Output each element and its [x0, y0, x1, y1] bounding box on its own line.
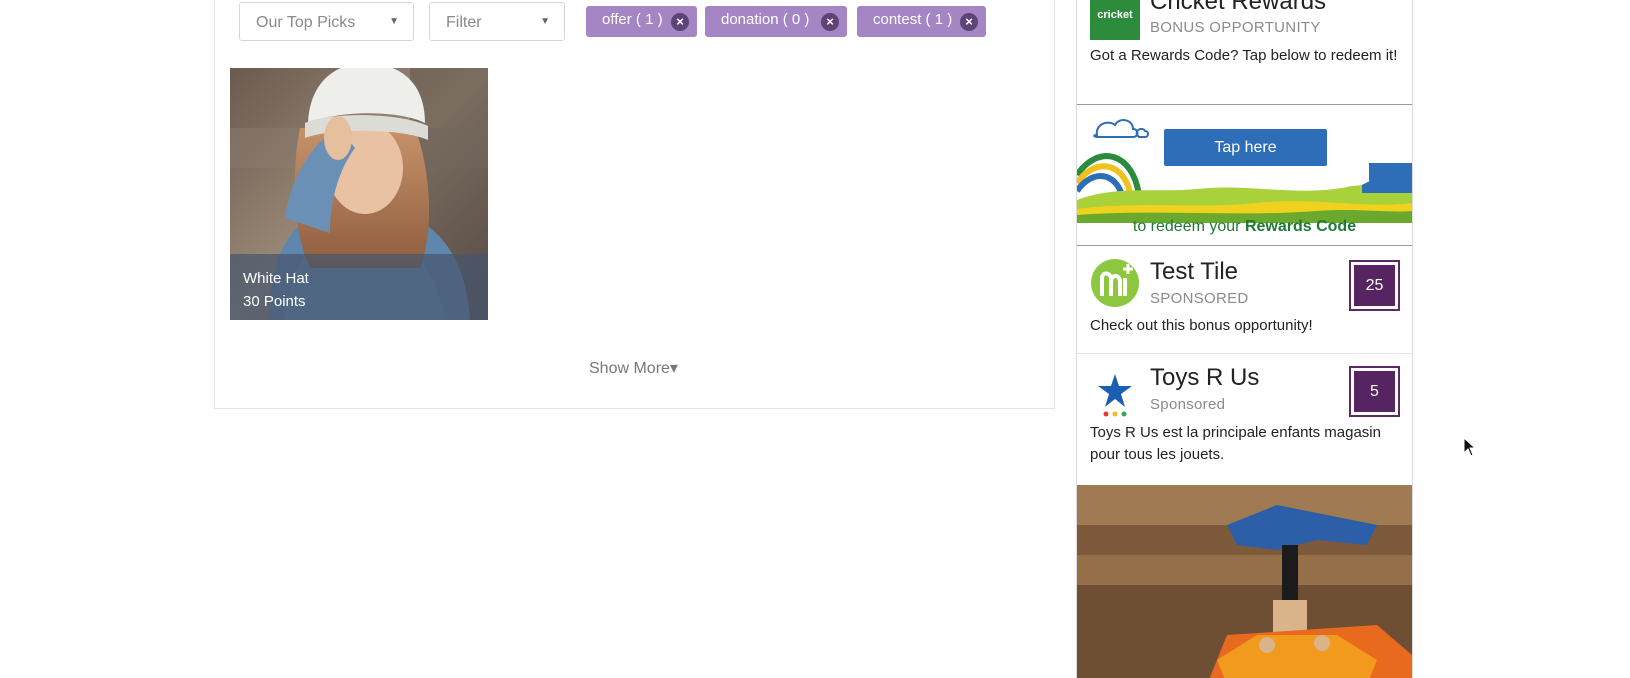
reward-name: White Hat: [243, 270, 309, 287]
sort-dropdown-value: Our Top Picks: [256, 14, 356, 31]
card-subtitle: SPONSORED: [1150, 290, 1249, 307]
filter-dropdown[interactable]: Filter ▼: [429, 2, 565, 41]
cricket-logo: cricket: [1090, 0, 1140, 40]
mi-logo: [1091, 259, 1139, 307]
card-subtitle: Sponsored: [1150, 396, 1226, 413]
card-title: Test Tile: [1150, 258, 1239, 285]
remove-chip-icon[interactable]: ×: [960, 13, 978, 31]
sort-dropdown[interactable]: Our Top Picks ▼: [239, 2, 414, 41]
mouse-cursor-icon: [1463, 437, 1477, 457]
filter-chip-contest: contest ( 1 ) ×: [857, 6, 986, 37]
toys-r-us-logo: [1098, 374, 1132, 417]
points-value: 25: [1354, 265, 1395, 306]
remove-chip-icon[interactable]: ×: [821, 13, 839, 31]
filter-chip-donation: donation ( 0 ) ×: [705, 6, 847, 37]
sidebar: cricket Cricket Rewards BONUS OPPORTUNIT…: [1076, 0, 1413, 678]
redeem-caption: to redeem your Rewards Code: [1077, 218, 1412, 236]
reward-tile[interactable]: White Hat 30 Points: [230, 68, 488, 320]
reward-points: 30 Points: [243, 293, 306, 310]
card-title: Toys R Us: [1150, 364, 1260, 391]
points-badge: 5: [1349, 366, 1400, 417]
show-more-button[interactable]: Show More▾: [589, 358, 678, 378]
chevron-down-icon: ▼: [389, 16, 399, 27]
tap-here-button[interactable]: Tap here: [1164, 129, 1327, 166]
card-description: Check out this bonus opportunity!: [1090, 317, 1313, 334]
redeem-caption-prefix: to redeem your: [1132, 218, 1245, 235]
card-title: Cricket Rewards: [1150, 0, 1327, 15]
chevron-down-icon: ▼: [540, 16, 550, 27]
points-value: 5: [1354, 371, 1395, 412]
remove-chip-icon[interactable]: ×: [671, 13, 689, 31]
toys-r-us-card[interactable]: Toys R Us Sponsored Toys R Us est la pri…: [1077, 354, 1412, 485]
card-subtitle: BONUS OPPORTUNITY: [1150, 19, 1321, 36]
filter-chip-label: offer ( 1 ): [602, 11, 663, 28]
points-badge: 25: [1349, 260, 1400, 311]
toy-product-image: [1077, 485, 1412, 678]
card-description: Got a Rewards Code? Tap below to redeem …: [1090, 47, 1398, 64]
filter-chip-offer: offer ( 1 ) ×: [586, 6, 697, 37]
filter-dropdown-value: Filter: [446, 14, 482, 31]
cricket-banner[interactable]: Tap here to redeem your Rewards Code: [1077, 104, 1412, 246]
card-description: Toys R Us est la principale enfants maga…: [1090, 424, 1381, 463]
reward-overlay: White Hat 30 Points: [230, 254, 488, 320]
filter-chip-label: donation ( 0 ): [721, 11, 810, 28]
filter-chip-label: contest ( 1 ): [873, 11, 953, 28]
test-tile-card[interactable]: Test Tile SPONSORED Check out this bonus…: [1077, 246, 1412, 354]
cricket-rewards-card[interactable]: cricket Cricket Rewards BONUS OPPORTUNIT…: [1077, 0, 1412, 104]
redeem-caption-bold: Rewards Code: [1244, 218, 1357, 235]
